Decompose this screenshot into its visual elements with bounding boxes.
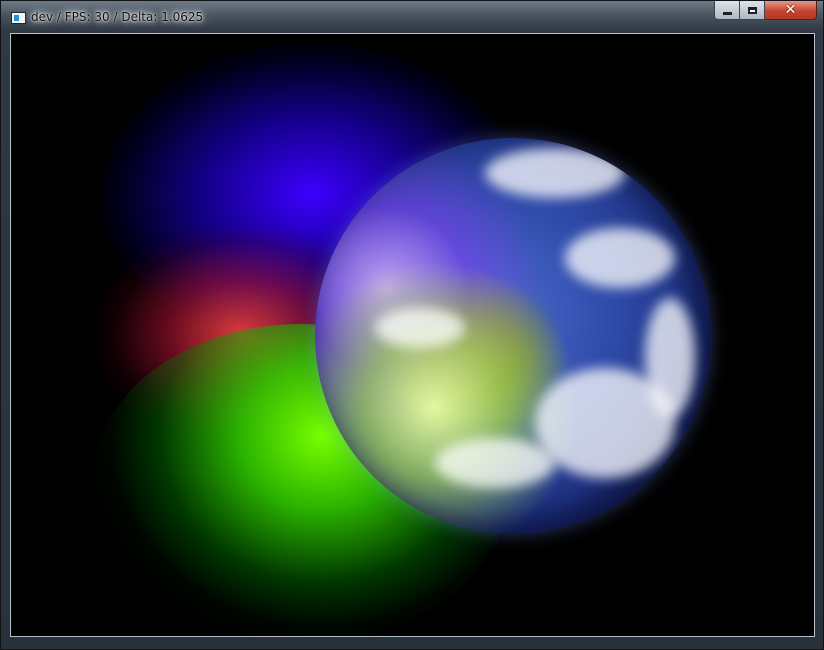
maximize-icon xyxy=(747,6,757,14)
cloud xyxy=(485,148,625,198)
cloud xyxy=(375,308,465,348)
minimize-icon xyxy=(722,11,732,15)
caption-buttons: ✕ xyxy=(714,1,817,21)
close-icon: ✕ xyxy=(784,2,797,18)
cloud xyxy=(645,298,695,418)
cloud xyxy=(435,438,555,488)
maximize-button[interactable] xyxy=(740,1,765,20)
render-canvas[interactable] xyxy=(10,33,815,637)
earth-planet xyxy=(315,138,711,534)
cloud xyxy=(565,228,675,288)
minimize-button[interactable] xyxy=(714,1,740,20)
title-bar[interactable]: dev / FPS: 30 / Delta: 1.0625 ✕ xyxy=(1,1,823,33)
app-window-icon[interactable] xyxy=(11,12,26,24)
window-title: dev / FPS: 30 / Delta: 1.0625 xyxy=(31,10,204,24)
close-button[interactable]: ✕ xyxy=(765,1,817,20)
app-window: dev / FPS: 30 / Delta: 1.0625 ✕ xyxy=(0,0,824,650)
